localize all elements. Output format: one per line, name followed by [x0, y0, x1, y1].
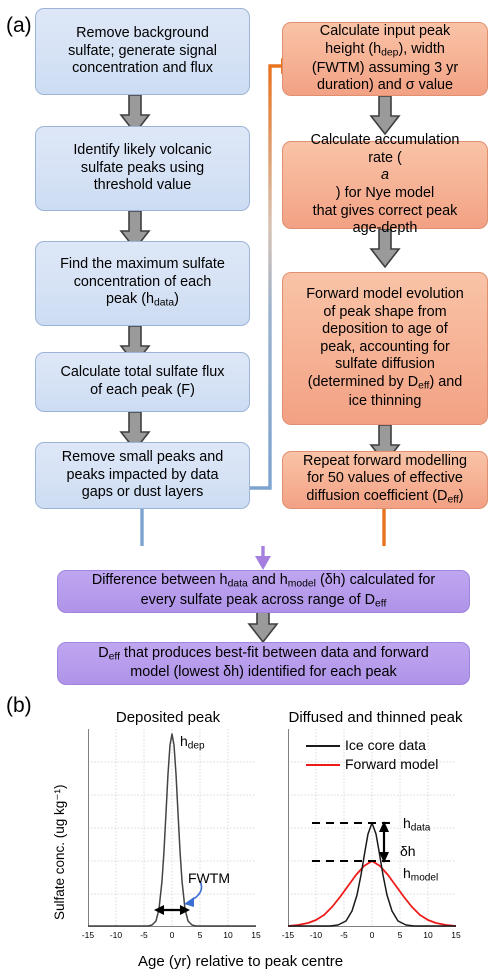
xtick-left-0: 0 [169, 930, 175, 940]
box-line: (determined by Deff) and [307, 374, 463, 392]
box-line: (FWTM) assuming 3 yr [311, 59, 459, 76]
box-line: peak, accounting for [320, 338, 450, 355]
box-line: model (lowest δh) identified for each pe… [130, 664, 397, 681]
xtick-right--5: -5 [340, 930, 348, 940]
box-line: every sulfate peak across range of Deff [140, 591, 387, 610]
box-line: concentration of each [73, 273, 212, 290]
box-line: diffusion coefficient (Deff) [306, 487, 464, 506]
flow-box-remove-background-sulfate[interactable]: Remove background sulfate; generate sign… [35, 8, 250, 95]
chart-title-deposited-peak: Deposited peak [115, 709, 221, 726]
chart-deposited-peak [88, 729, 257, 928]
box-line: Remove small peaks and [61, 449, 224, 466]
annotation-h-model: hmodel [403, 865, 439, 884]
box-line: rate (a) for Nye model [335, 149, 435, 201]
box-line: Find the maximum sulfate [60, 256, 225, 273]
box-line: threshold value [93, 177, 192, 194]
box-line: concentration and flux [72, 60, 213, 77]
xtick-left--5: -5 [140, 930, 148, 940]
box-line: for 50 values of effective [307, 470, 463, 487]
box-line: sulfate peaks using [80, 159, 205, 176]
xtick-right-15: 15 [451, 930, 461, 940]
xtick-left-15: 15 [251, 930, 261, 940]
box-line: Identify likely volcanic [73, 142, 212, 159]
annotation-h-dep: hdep [180, 733, 205, 752]
flow-box-calculate-total-flux[interactable]: Calculate total sulfate flux of each pea… [35, 352, 250, 412]
xtick-left--15: -15 [81, 930, 95, 940]
box-line: duration) and σ value [316, 77, 454, 94]
flow-box-calculate-input-peak-height[interactable]: Calculate input peak height (hdep), widt… [282, 22, 488, 96]
box-line: peaks impacted by data [66, 466, 219, 483]
box-line: age-depth [352, 220, 418, 237]
xtick-right-10: 10 [423, 930, 433, 940]
xtick-right-5: 5 [397, 930, 403, 940]
box-line: Calculate input peak [319, 23, 451, 40]
box-line: Forward model evolution [306, 286, 464, 303]
box-line: Difference between hdata and hmodel (δh)… [91, 572, 436, 590]
annotation-h-data: hdata [403, 815, 431, 834]
flow-box-calculate-accumulation-rate[interactable]: Calculate accumulation rate (a) for Nye … [282, 132, 488, 236]
flow-box-find-max-concentration[interactable]: Find the maximum sulfate concentration o… [35, 241, 250, 326]
flow-box-forward-model-evolution[interactable]: Forward model evolution of peak shape fr… [282, 272, 488, 425]
box-line: peak (hdata) [106, 291, 179, 310]
box-line: of each peak (F) [90, 382, 195, 398]
flow-box-identify-volcanic-peaks[interactable]: Identify likely volcanic sulfate peaks u… [35, 126, 250, 211]
flow-box-deff-best-fit[interactable]: Deff that produces best-fit between data… [57, 642, 470, 685]
box-line: sulfate; generate signal [68, 42, 217, 59]
box-line: Calculate total sulfate flux [60, 364, 225, 381]
box-line: that gives correct peak [312, 202, 458, 219]
legend-label-forward-model: Forward model [345, 756, 439, 772]
box-line: Deff that produces best-fit between data… [98, 645, 429, 663]
xtick-right-0: 0 [369, 930, 375, 940]
y-axis-label: Sulfate conc. (ug kg⁻¹) [52, 784, 67, 920]
box-line: Repeat forward modelling [303, 452, 467, 469]
flow-box-remove-small-peaks[interactable]: Remove small peaks and peaks impacted by… [35, 442, 250, 509]
flow-box-repeat-forward-modelling[interactable]: Repeat forward modelling for 50 values o… [282, 451, 488, 509]
box-line: of peak shape from [323, 303, 447, 320]
box-line: Calculate accumulation [310, 132, 460, 149]
xtick-left-10: 10 [223, 930, 233, 940]
box-line: gaps or dust layers [81, 484, 204, 501]
annotation-fwtm: FWTM [188, 870, 230, 886]
box-line: height (hdep), width [325, 40, 445, 59]
xtick-right--15: -15 [281, 930, 295, 940]
xtick-left--10: -10 [109, 930, 123, 940]
box-line: ice thinning [348, 393, 422, 410]
xtick-left-5: 5 [197, 930, 203, 940]
box-line: deposition to age of [322, 321, 448, 338]
xtick-right--10: -10 [309, 930, 323, 940]
annotation-delta-h: δh [400, 843, 416, 859]
flow-box-difference-between-h[interactable]: Difference between hdata and hmodel (δh)… [57, 570, 470, 613]
legend-label-ice-core-data: Ice core data [345, 737, 426, 753]
panel-b-label: (b) [6, 694, 32, 717]
grey-arrow-5 [369, 96, 401, 136]
x-axis-label: Age (yr) relative to peak centre [138, 953, 344, 970]
box-line: Remove background [76, 25, 209, 42]
box-line: sulfate diffusion [335, 356, 435, 373]
chart-title-diffused-peak: Diffused and thinned peak [288, 709, 463, 726]
